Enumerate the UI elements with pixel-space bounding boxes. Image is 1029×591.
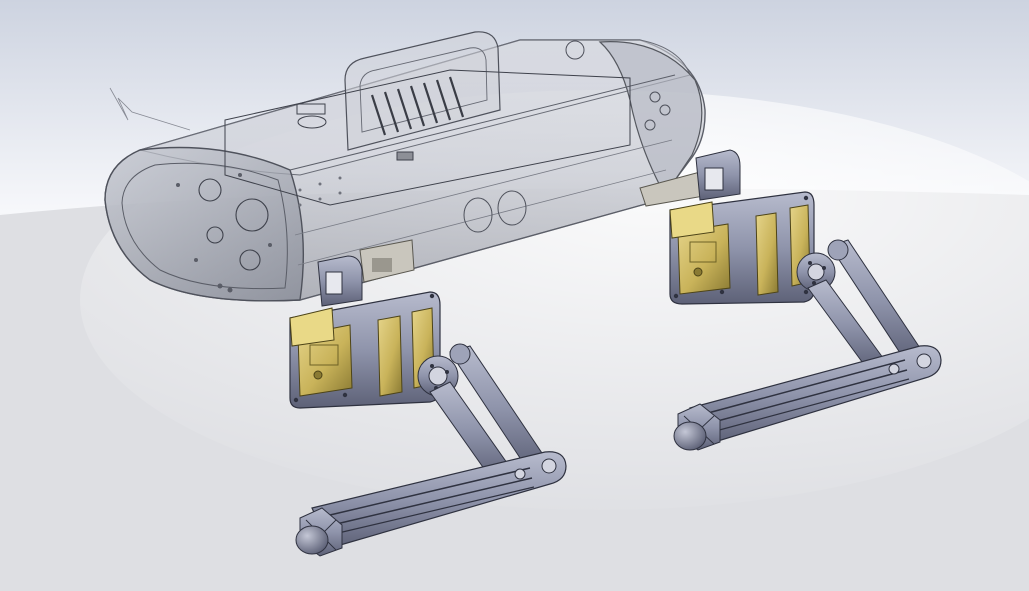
- model-canvas: [0, 0, 1029, 591]
- front-foot-tip: [295, 525, 329, 555]
- rear-shin-joint: [916, 353, 932, 369]
- front-shin-joint: [541, 458, 557, 474]
- cad-viewport[interactable]: [0, 0, 1029, 591]
- rear-servo-2: [755, 212, 779, 296]
- rear-foot-tip: [673, 421, 707, 451]
- front-servo-1-horn: [313, 370, 323, 380]
- front-servo-2: [377, 315, 403, 397]
- front-leg-yoke-cut: [325, 271, 343, 295]
- internal-chip: [396, 151, 414, 161]
